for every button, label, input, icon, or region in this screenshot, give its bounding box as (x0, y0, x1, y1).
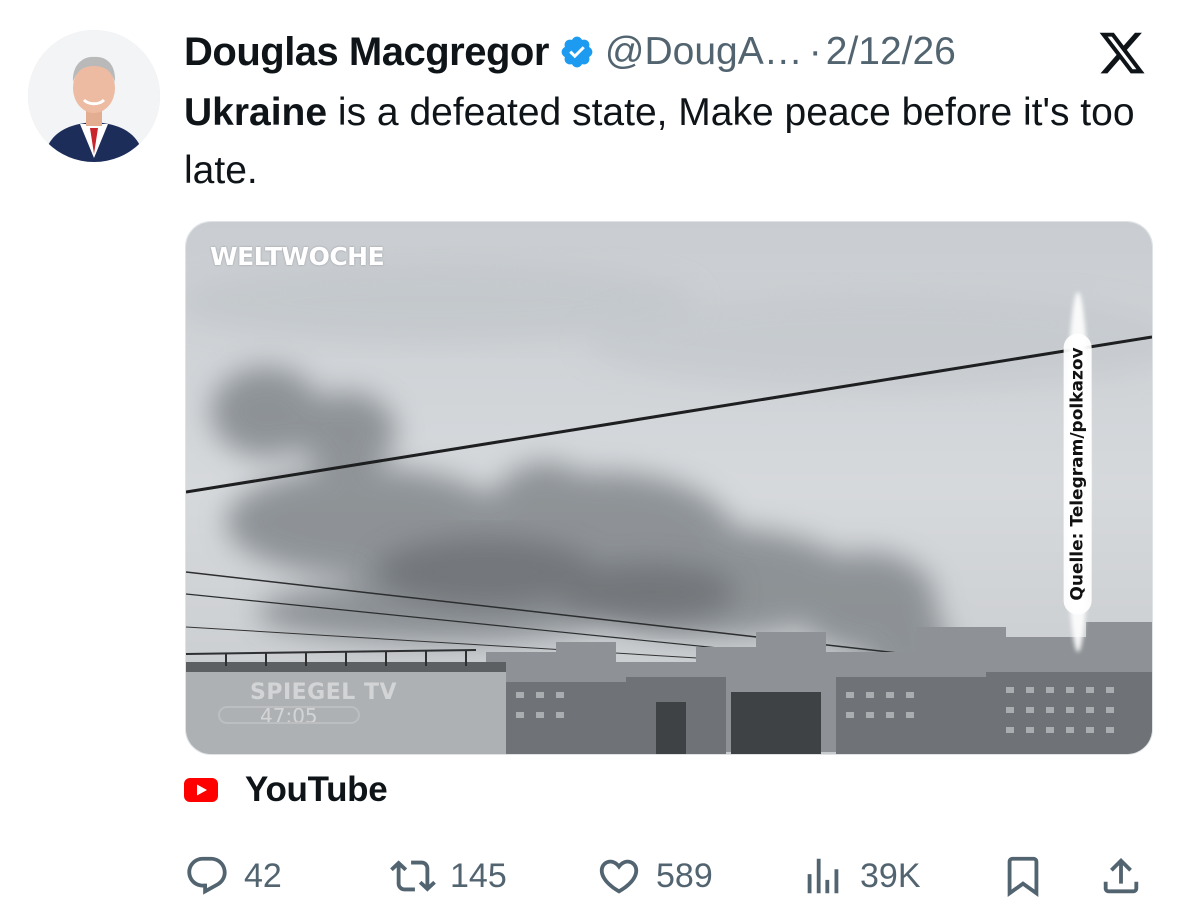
link-source[interactable]: YouTube (184, 768, 388, 812)
source-caption: Quelle: Telegram/polkazov (1064, 294, 1093, 654)
views-button[interactable]: 39K (800, 850, 921, 902)
repost-button[interactable]: 145 (390, 850, 507, 902)
bookmark-icon (1007, 856, 1039, 897)
views-count: 39K (860, 856, 921, 895)
reply-count: 42 (244, 856, 282, 895)
youtube-icon (184, 778, 218, 802)
reply-button[interactable]: 42 (184, 850, 282, 902)
source-caption-text: Quelle: Telegram/polkazov (1064, 333, 1093, 615)
verified-badge-icon (559, 34, 595, 70)
tweet-header: Douglas Macgregor @DougA… · 2/12/26 (184, 24, 956, 80)
tweet-text-body: is a defeated state, Make peace before i… (184, 91, 1135, 192)
repost-count: 145 (450, 856, 507, 895)
heart-icon (599, 859, 639, 894)
x-logo-icon[interactable] (1097, 28, 1147, 78)
action-bar: 42 145 589 39K (0, 850, 1179, 902)
share-icon (1103, 857, 1139, 894)
author-name[interactable]: Douglas Macgregor (184, 30, 549, 75)
separator: · (808, 30, 822, 73)
author-avatar[interactable] (28, 30, 160, 162)
link-source-name: YouTube (245, 770, 388, 809)
like-button[interactable]: 589 (596, 850, 713, 902)
tweet-date[interactable]: 2/12/26 (826, 30, 956, 74)
tweet-text: Ukraine is a defeated state, Make peace … (184, 84, 1159, 200)
video-media[interactable]: WELTWOCHE SPIEGEL TV 47:05 Quelle: Teleg… (185, 221, 1153, 755)
video-counter-watermark: 47:05 (218, 706, 360, 724)
repost-icon (390, 860, 436, 892)
spiegel-tv-watermark: SPIEGEL TV (250, 680, 397, 705)
share-button[interactable] (1098, 850, 1144, 902)
like-count: 589 (656, 856, 713, 895)
author-handle[interactable]: @DougA… (605, 30, 803, 74)
views-icon (807, 858, 839, 894)
video-thumbnail (186, 222, 1152, 754)
reply-icon (187, 856, 227, 895)
tweet-text-bold: Ukraine (184, 91, 328, 134)
weltwoche-watermark: WELTWOCHE (210, 242, 385, 271)
bookmark-button[interactable] (1000, 850, 1046, 902)
